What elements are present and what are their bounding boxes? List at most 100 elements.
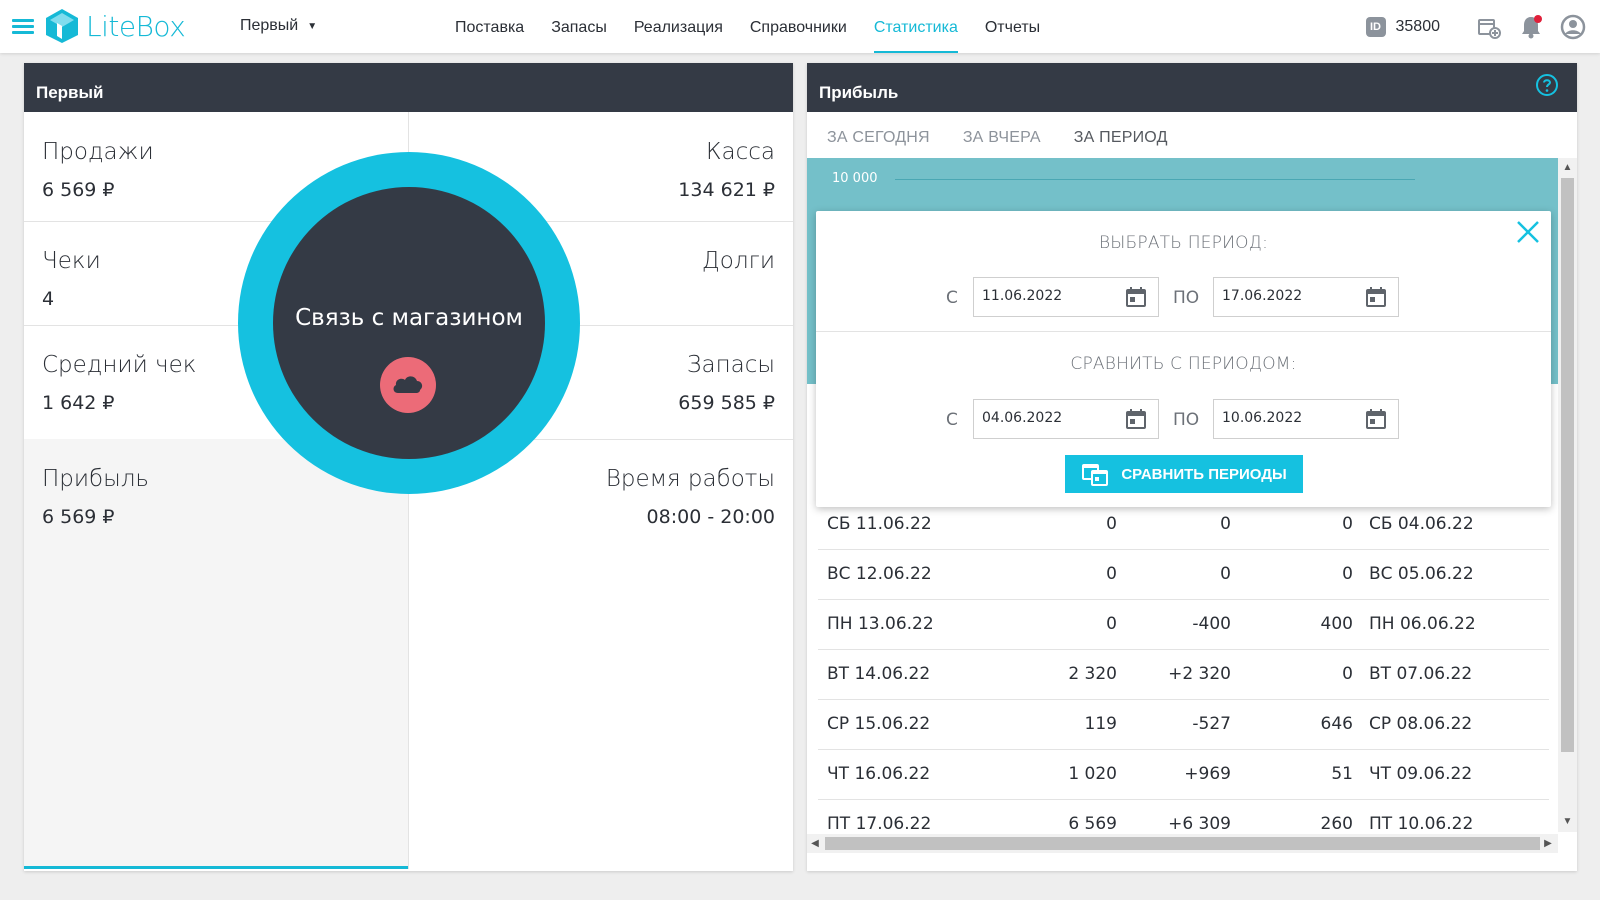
cash-cell[interactable]: Касса 134 621 ₽: [678, 139, 775, 201]
cloud-icon[interactable]: [380, 357, 436, 413]
row-compare-profit: 51: [1331, 764, 1353, 784]
chart-axis-label: 10 000: [832, 171, 878, 186]
work-time-cell[interactable]: Время работы 08:00 - 20:00: [606, 466, 775, 528]
row-compare-profit: 0: [1342, 564, 1353, 584]
avg-check-label: Средний чек: [42, 352, 197, 378]
calendar-icon[interactable]: [1364, 407, 1388, 431]
profit-value: 6 569 ₽: [42, 506, 115, 528]
nav-item-supply[interactable]: Поставка: [455, 0, 524, 53]
period-from-field[interactable]: [973, 277, 1159, 317]
checks-cell[interactable]: Чеки 4: [42, 248, 101, 310]
calendar-icon[interactable]: [1124, 285, 1148, 309]
calendar-icon[interactable]: [1124, 407, 1148, 431]
scroll-right-icon[interactable]: ▶: [1540, 834, 1556, 853]
stock-label: Запасы: [686, 352, 775, 378]
row-compare-date: СБ 04.06.22: [1369, 514, 1474, 534]
store-connection-indicator[interactable]: Связь с магазином: [238, 152, 580, 494]
profit-label: Прибыль: [42, 466, 149, 492]
period-to-field[interactable]: [1213, 277, 1399, 317]
tab-yesterday[interactable]: ЗА ВЧЕРА: [963, 129, 1041, 147]
vertical-scroll-thumb[interactable]: [1561, 178, 1574, 752]
compare-to-field[interactable]: [1213, 399, 1399, 439]
row-compare-date: ПН 06.06.22: [1369, 614, 1476, 634]
nav-item-sales[interactable]: Реализация: [634, 0, 723, 53]
row-date: СБ 11.06.22: [827, 514, 932, 534]
divider: [816, 331, 1551, 332]
work-time-value: 08:00 - 20:00: [646, 506, 775, 528]
scroll-down-icon[interactable]: ▼: [1558, 814, 1577, 830]
main-nav: Поставка Запасы Реализация Справочники С…: [455, 0, 1067, 53]
notifications-icon[interactable]: [1518, 14, 1544, 40]
table-row[interactable]: ЧТ 16.06.22 1 020 +969 51 ЧТ 09.06.22: [818, 750, 1549, 800]
debts-cell[interactable]: Долги: [702, 248, 775, 288]
add-store-icon[interactable]: [1476, 14, 1502, 40]
table-row[interactable]: СР 15.06.22 119 -527 646 СР 08.06.22: [818, 700, 1549, 750]
table-row[interactable]: ВТ 14.06.22 2 320 +2 320 0 ВТ 07.06.22: [818, 650, 1549, 700]
horizontal-scroll-thumb[interactable]: [825, 837, 1540, 850]
logo[interactable]: LiteBox: [46, 9, 186, 43]
menu-icon[interactable]: [12, 19, 34, 35]
row-profit: 6 569: [1068, 814, 1117, 834]
row-date: ЧТ 16.06.22: [827, 764, 931, 784]
compare-to-input[interactable]: [1222, 410, 1362, 426]
stock-cell[interactable]: Запасы 659 585 ₽: [678, 352, 775, 414]
nav-item-stock[interactable]: Запасы: [551, 0, 607, 53]
tab-today[interactable]: ЗА СЕГОДНЯ: [827, 129, 930, 147]
sales-cell[interactable]: Продажи 6 569 ₽: [42, 139, 154, 201]
nav-item-statistics[interactable]: Статистика: [873, 0, 958, 53]
checks-value: 4: [42, 288, 55, 310]
row-compare-date: ПТ 10.06.22: [1369, 814, 1474, 834]
table-row[interactable]: ПН 13.06.22 0 -400 400 ПН 06.06.22: [818, 600, 1549, 650]
store-select-label: Первый: [240, 17, 299, 34]
avg-check-cell[interactable]: Средний чек 1 642 ₽: [42, 352, 196, 414]
row-compare-date: ВТ 07.06.22: [1369, 664, 1473, 684]
row-profit: 2 320: [1068, 664, 1117, 684]
table-row[interactable]: СБ 11.06.22 0 0 0 СБ 04.06.22: [818, 500, 1549, 550]
row-compare-profit: 260: [1320, 814, 1353, 834]
row-diff: -527: [1192, 714, 1231, 734]
scroll-left-icon[interactable]: ◀: [807, 834, 823, 853]
compare-periods-button[interactable]: СРАВНИТЬ ПЕРИОДЫ: [1065, 455, 1303, 493]
account-icon[interactable]: [1560, 14, 1586, 40]
header-tools: ID 35800: [1365, 12, 1587, 42]
row-date: ПТ 17.06.22: [827, 814, 932, 834]
row-compare-date: ВС 05.06.22: [1369, 564, 1474, 584]
row-diff: +2 320: [1168, 664, 1231, 684]
row-compare-profit: 0: [1342, 514, 1353, 534]
period-from-input[interactable]: [982, 288, 1122, 304]
sales-label: Продажи: [42, 139, 154, 165]
stock-value: 659 585 ₽: [678, 392, 775, 414]
avg-check-value: 1 642 ₽: [42, 392, 115, 414]
help-icon[interactable]: [1535, 73, 1559, 97]
tab-period[interactable]: ЗА ПЕРИОД: [1074, 129, 1168, 147]
nav-item-reports[interactable]: Отчеты: [985, 0, 1040, 53]
work-time-label: Время работы: [605, 466, 775, 492]
row-compare-date: СР 08.06.22: [1369, 714, 1473, 734]
period-to-label: ПО: [1173, 288, 1200, 308]
chevron-down-icon: ▼: [307, 20, 318, 32]
scroll-up-icon[interactable]: ▲: [1558, 160, 1577, 176]
cash-label: Касса: [706, 139, 775, 165]
horizontal-scrollbar[interactable]: ◀ ▶: [807, 834, 1558, 853]
row-diff: 0: [1220, 564, 1231, 584]
store-select[interactable]: Первый ▼: [240, 17, 317, 35]
row-date: ПН 13.06.22: [827, 614, 934, 634]
vertical-scrollbar[interactable]: ▲ ▼: [1558, 158, 1577, 832]
account-id: 35800: [1395, 18, 1441, 35]
nav-item-references[interactable]: Справочники: [750, 0, 847, 53]
period-to-input[interactable]: [1222, 288, 1362, 304]
row-diff: +6 309: [1168, 814, 1231, 834]
row-profit: 1 020: [1068, 764, 1117, 784]
chart-gridline: [895, 179, 1415, 180]
compare-from-field[interactable]: [973, 399, 1159, 439]
profit-cell[interactable]: Прибыль 6 569 ₽: [42, 466, 149, 528]
logo-text: LiteBox: [86, 9, 186, 43]
compare-from-input[interactable]: [982, 410, 1122, 426]
table-row[interactable]: ВС 12.06.22 0 0 0 ВС 05.06.22: [818, 550, 1549, 600]
compare-calendar-icon: [1082, 464, 1109, 486]
compare-to-label: ПО: [1173, 410, 1200, 430]
cash-value: 134 621 ₽: [678, 179, 775, 201]
row-profit: 0: [1106, 514, 1117, 534]
period-from-label: С: [946, 288, 958, 308]
calendar-icon[interactable]: [1364, 285, 1388, 309]
